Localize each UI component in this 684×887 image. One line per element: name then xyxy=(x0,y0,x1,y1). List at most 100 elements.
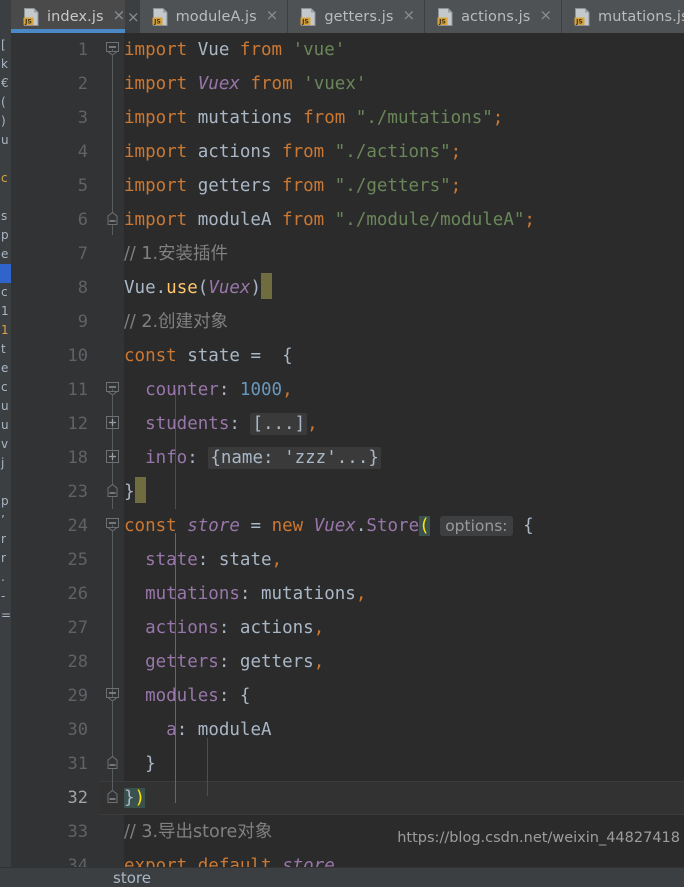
folded-object-region[interactable]: {name: 'zzz'...} xyxy=(208,447,381,469)
sliver-row[interactable]: j xyxy=(0,454,11,473)
sliver-row[interactable]: t xyxy=(0,340,11,359)
breadcrumb-item-store[interactable]: store xyxy=(113,869,151,887)
code-editor[interactable]: 1 2 3 4 5 6 7 8 9 10 11 12 18 23 24 25 2… xyxy=(11,33,684,887)
code-line-11[interactable]: counter: 1000, xyxy=(124,373,293,407)
code-line-12[interactable]: students: [...], xyxy=(124,407,318,441)
code-line-4[interactable]: import actions from "./actions"; xyxy=(124,135,461,169)
fold-expand-icon[interactable] xyxy=(106,416,119,429)
text-caret xyxy=(261,273,273,299)
tab-close-icon[interactable]: × xyxy=(113,8,126,25)
sliver-row[interactable]: u xyxy=(0,397,11,416)
code-line-1[interactable]: import Vue from 'vue' xyxy=(124,33,345,67)
sliver-row[interactable]: r xyxy=(0,530,11,549)
code-line-32[interactable]: }) xyxy=(124,781,146,815)
sliver-row-selected[interactable] xyxy=(0,264,11,283)
code-line-6[interactable]: import moduleA from "./module/moduleA"; xyxy=(124,203,535,237)
fold-collapse-end-icon[interactable] xyxy=(106,790,119,803)
sliver-row[interactable]: c xyxy=(0,169,11,188)
sliver-row[interactable]: c xyxy=(0,378,11,397)
fold-collapse-end-icon[interactable] xyxy=(106,756,119,769)
fold-collapse-end-icon[interactable] xyxy=(106,484,119,497)
code-line-30[interactable]: a: moduleA xyxy=(124,713,271,747)
fold-expand-icon[interactable] xyxy=(106,450,119,463)
code-line-3[interactable]: import mutations from "./mutations"; xyxy=(124,101,503,135)
js-file-icon: JS xyxy=(152,7,168,26)
sliver-row[interactable]: 1 xyxy=(0,321,11,340)
sliver-row[interactable]: - xyxy=(0,587,11,606)
code-line-23[interactable]: } xyxy=(124,475,146,509)
line-number: 29 xyxy=(67,686,88,706)
code-line-29[interactable]: modules: { xyxy=(124,679,250,713)
sliver-row[interactable]: . xyxy=(0,568,11,587)
sliver-row[interactable]: k xyxy=(0,55,11,74)
sliver-row[interactable] xyxy=(0,473,11,492)
sliver-row[interactable]: u xyxy=(0,131,11,150)
line-number: 30 xyxy=(67,720,88,740)
code-line-31[interactable]: } xyxy=(124,747,156,781)
code-line-5[interactable]: import getters from "./getters"; xyxy=(124,169,461,203)
svg-text:JS: JS xyxy=(301,18,309,25)
line-number: 31 xyxy=(67,754,88,774)
sliver-row[interactable]: = xyxy=(0,606,11,625)
fold-collapse-icon[interactable] xyxy=(106,42,119,55)
fold-collapse-icon[interactable] xyxy=(106,688,119,701)
code-line-18[interactable]: info: {name: 'zzz'...} xyxy=(124,441,381,475)
tab-modulea-js[interactable]: JS moduleA.js × xyxy=(139,0,288,33)
folded-array-region[interactable]: [...] xyxy=(250,413,308,435)
code-line-33-comment[interactable]: // 3.导出store对象 xyxy=(124,815,272,849)
tab-label: mutations.js xyxy=(598,8,684,25)
tab-close-icon[interactable]: × xyxy=(266,8,279,25)
sliver-row[interactable]: c xyxy=(0,283,11,302)
code-line-10[interactable]: const state = { xyxy=(124,339,293,373)
code-line-26[interactable]: mutations: mutations, xyxy=(124,577,366,611)
sliver-row[interactable]: p xyxy=(0,226,11,245)
tab-index-js[interactable]: JS index.js × xyxy=(11,0,125,33)
tab-getters-js[interactable]: JS getters.js × xyxy=(288,0,425,33)
code-line-27[interactable]: actions: actions, xyxy=(124,611,324,645)
tab-label: index.js xyxy=(47,8,104,25)
code-line-8[interactable]: Vue.use(Vuex) xyxy=(124,271,273,305)
project-panel-sliver[interactable]: [ k € ( ) u c s p e c 1 1 t e c u u v j … xyxy=(0,0,11,887)
sliver-row[interactable] xyxy=(0,188,11,207)
sliver-row[interactable]: ( xyxy=(0,93,11,112)
sliver-row[interactable]: v xyxy=(0,435,11,454)
tab-actions-js[interactable]: JS actions.js × xyxy=(425,0,562,33)
sliver-row[interactable]: s xyxy=(0,207,11,226)
tab-label: moduleA.js xyxy=(175,8,257,25)
code-line-28[interactable]: getters: getters, xyxy=(124,645,324,679)
sliver-row[interactable]: e xyxy=(0,359,11,378)
tab-close-icon[interactable]: × xyxy=(402,8,415,25)
sliver-row[interactable]: ) xyxy=(0,112,11,131)
code-line-9-comment[interactable]: // 2.创建对象 xyxy=(124,305,228,339)
line-number: 24 xyxy=(67,516,88,536)
breadcrumb-bar[interactable]: store xyxy=(0,867,684,887)
line-number: 1 xyxy=(77,40,88,60)
sliver-row[interactable]: € xyxy=(0,74,11,93)
sliver-row[interactable]: e xyxy=(0,245,11,264)
sliver-row[interactable]: r xyxy=(0,549,11,568)
current-line-highlight xyxy=(100,781,684,815)
sliver-row[interactable]: u xyxy=(0,416,11,435)
sliver-row[interactable]: ’ xyxy=(0,511,11,530)
sliver-row[interactable] xyxy=(0,150,11,169)
code-line-7-comment[interactable]: // 1.安装插件 xyxy=(124,237,228,271)
line-number: 9 xyxy=(77,312,88,332)
fold-collapse-icon[interactable] xyxy=(106,518,119,531)
line-number: 26 xyxy=(67,584,88,604)
code-line-24[interactable]: const store = new Vuex.Store( options: { xyxy=(124,509,534,543)
code-line-25[interactable]: state: state, xyxy=(124,543,282,577)
code-line-2[interactable]: import Vuex from 'vuex' xyxy=(124,67,366,101)
sliver-row[interactable]: p xyxy=(0,492,11,511)
fold-collapse-icon[interactable] xyxy=(106,382,119,395)
line-number: 27 xyxy=(67,618,88,638)
line-number: 28 xyxy=(67,652,88,672)
tab-mutations-js[interactable]: JS mutations.js × xyxy=(562,0,684,33)
fold-collapse-end-icon[interactable] xyxy=(106,212,119,225)
tab-close-icon[interactable]: × xyxy=(539,8,552,25)
sliver-row[interactable]: 1 xyxy=(0,302,11,321)
tab-overflow-close-icon[interactable]: × xyxy=(125,0,140,33)
sliver-row[interactable]: [ xyxy=(0,36,11,55)
tab-label: getters.js xyxy=(324,8,394,25)
line-number: 11 xyxy=(67,380,88,400)
line-number: 10 xyxy=(67,346,88,366)
